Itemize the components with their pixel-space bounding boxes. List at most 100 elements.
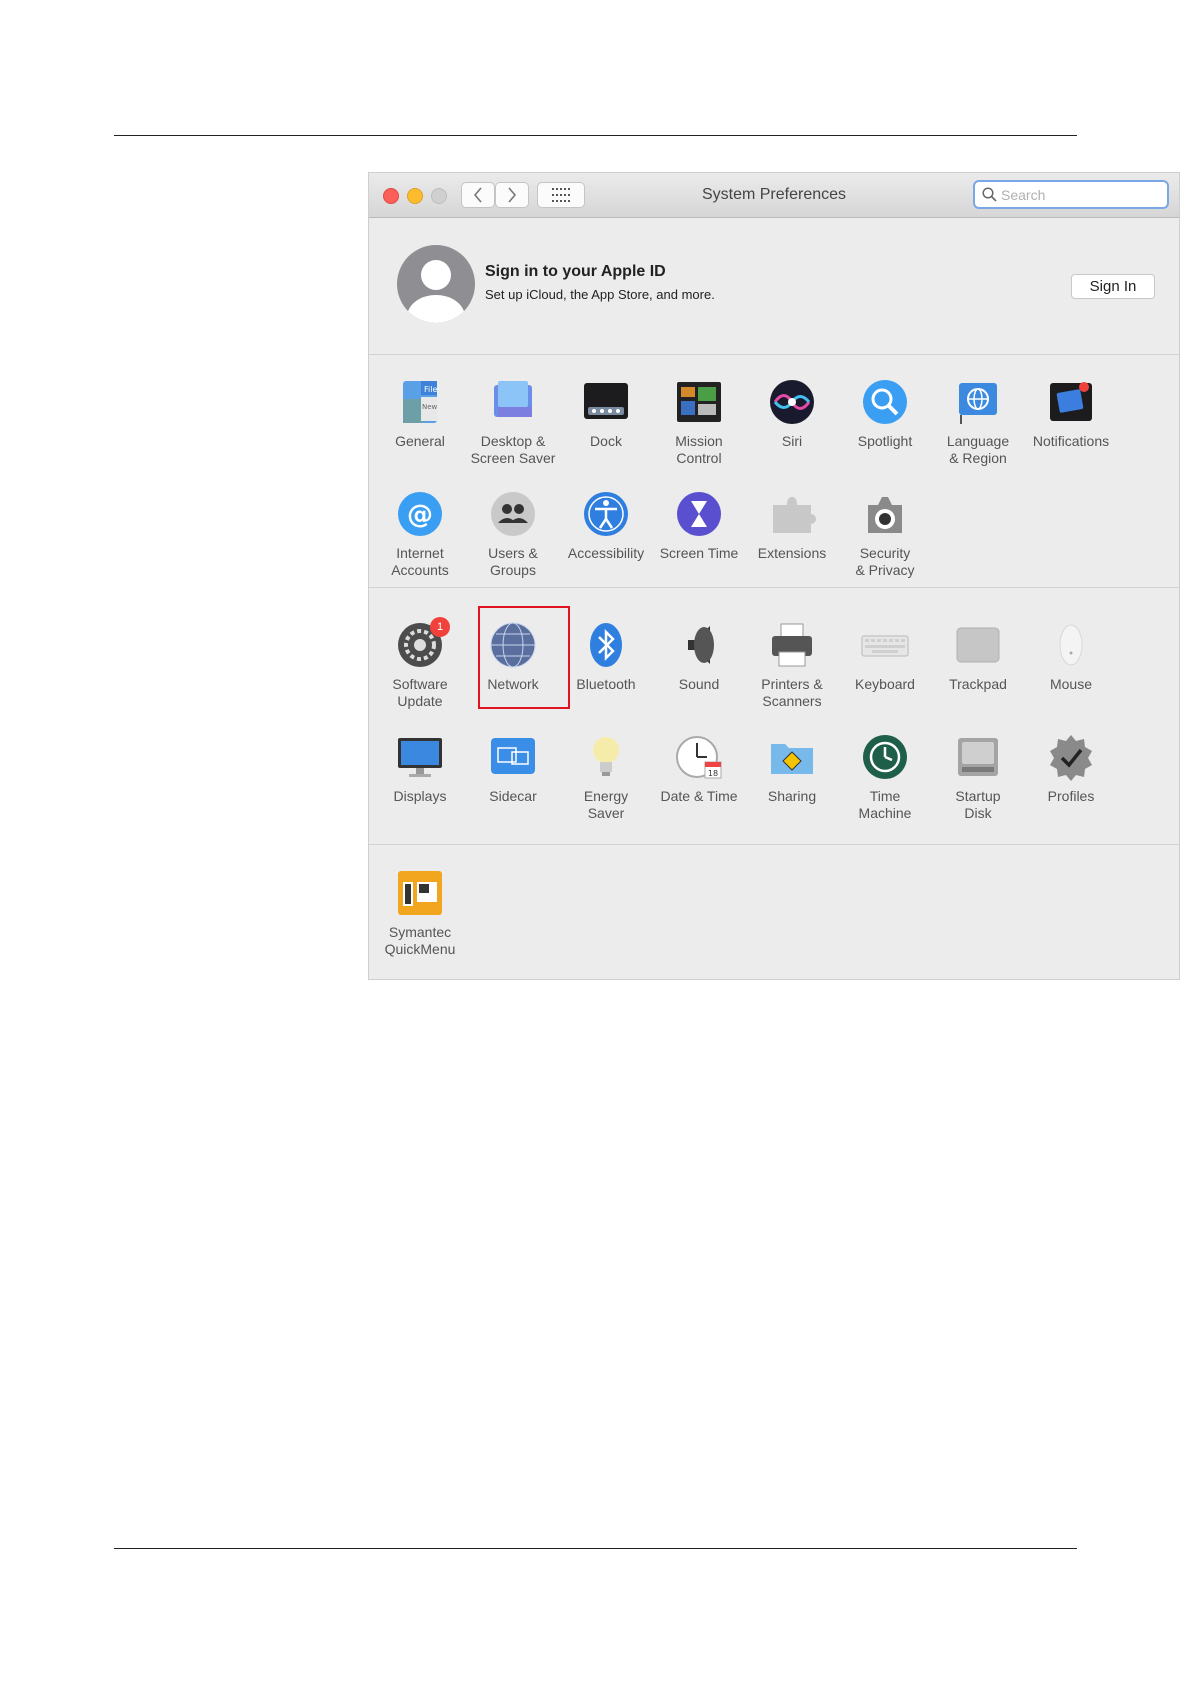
pane-profiles[interactable]: Profiles <box>1021 732 1121 805</box>
mission-control-icon <box>677 382 721 422</box>
pane-label: Dock <box>590 433 622 449</box>
pane-screen-time[interactable]: Screen Time <box>649 489 749 562</box>
pane-security-privacy[interactable]: Security & Privacy <box>835 489 935 579</box>
page-top-rule <box>114 135 1077 136</box>
startup-disk-icon <box>958 738 998 776</box>
page-bottom-rule <box>114 1548 1077 1549</box>
pane-internet-accounts[interactable]: @ Internet Accounts <box>370 489 470 579</box>
internet-accounts-icon: @ <box>398 492 442 536</box>
pane-label: Spotlight <box>857 433 913 449</box>
apple-id-banner: Sign in to your Apple ID Set up iCloud, … <box>369 218 1179 355</box>
pane-energy-saver[interactable]: Energy Saver <box>556 732 656 822</box>
pane-users-groups[interactable]: Users & Groups <box>463 489 563 579</box>
pane-label: Sidecar <box>489 788 537 804</box>
printer-icon <box>772 623 812 667</box>
pane-mission-control[interactable]: Mission Control <box>649 377 749 467</box>
pane-label: Trackpad <box>949 676 1007 692</box>
screen-time-icon <box>677 492 721 536</box>
apple-id-subtitle: Set up iCloud, the App Store, and more. <box>485 287 715 302</box>
pane-network[interactable]: Network <box>463 620 563 693</box>
spotlight-icon <box>863 380 907 424</box>
pane-label: Extensions <box>757 545 827 561</box>
pane-label: Startup Disk <box>955 788 1001 821</box>
keyboard-icon <box>861 635 909 657</box>
svg-text:File: File <box>424 385 437 394</box>
pane-general[interactable]: File New General <box>370 377 470 450</box>
svg-text:@: @ <box>407 500 433 530</box>
pane-label: Sound <box>678 676 720 692</box>
pane-label: Bluetooth <box>576 676 636 692</box>
accessibility-icon <box>584 492 628 536</box>
pane-siri[interactable]: Siri <box>742 377 842 450</box>
personal-panes-section: File New General Desktop & Screen Saver Dock… <box>369 355 1179 588</box>
pane-spotlight[interactable]: Spotlight <box>835 377 935 450</box>
sign-in-button[interactable]: Sign In <box>1071 274 1155 299</box>
pane-label: Desktop & Screen Saver <box>470 433 556 466</box>
pane-printers-scanners[interactable]: Printers & Scanners <box>742 620 842 710</box>
sidecar-icon <box>491 738 535 774</box>
pane-notifications[interactable]: Notifications <box>1021 377 1121 450</box>
time-machine-icon <box>863 735 907 779</box>
desktop-icon <box>494 381 532 417</box>
notifications-icon <box>1050 382 1092 421</box>
pane-label: Date & Time <box>660 788 738 804</box>
search-field[interactable] <box>973 180 1169 209</box>
pane-label: Screen Time <box>659 545 739 561</box>
other-panes-section: Symantec QuickMenu <box>369 845 1179 979</box>
avatar[interactable] <box>397 245 475 323</box>
title-bar: System Preferences <box>369 173 1179 218</box>
sharing-icon <box>771 744 813 774</box>
pane-label: Displays <box>393 788 447 804</box>
pane-label: Keyboard <box>855 676 915 692</box>
symantec-icon <box>398 871 442 915</box>
pane-date-time[interactable]: 18 Date & Time <box>649 732 749 805</box>
pane-label: Time Machine <box>858 788 912 821</box>
pane-label: Energy Saver <box>583 788 629 821</box>
search-input[interactable] <box>999 185 1163 204</box>
pane-label: Mission Control <box>675 433 723 466</box>
pane-extensions[interactable]: Extensions <box>742 489 842 562</box>
bluetooth-icon <box>590 623 622 667</box>
displays-icon <box>398 738 442 777</box>
pane-sharing[interactable]: Sharing <box>742 732 842 805</box>
pane-software-update[interactable]: 1 Software Update <box>370 617 470 710</box>
user-silhouette-icon <box>407 260 465 323</box>
pane-label: General <box>395 433 445 449</box>
language-icon <box>959 383 997 424</box>
search-icon <box>982 187 997 202</box>
pane-label: Mouse <box>1049 676 1093 692</box>
hardware-panes-section: 1 Software Update Network Bluetooth Sound Pri… <box>369 588 1179 845</box>
pane-accessibility[interactable]: Accessibility <box>556 489 656 562</box>
pane-startup-disk[interactable]: Startup Disk <box>928 732 1028 822</box>
general-icon: File New <box>403 381 438 423</box>
pane-label: Internet Accounts <box>391 545 449 578</box>
pane-label: Notifications <box>1032 433 1110 449</box>
pane-dock[interactable]: Dock <box>556 377 656 450</box>
pane-language-region[interactable]: Language & Region <box>928 377 1028 467</box>
update-count-badge: 1 <box>430 617 450 637</box>
pane-desktop-screen-saver[interactable]: Desktop & Screen Saver <box>463 377 563 467</box>
trackpad-icon <box>956 627 1000 663</box>
pane-label: Network <box>487 676 539 692</box>
pane-label: Software Update <box>392 676 448 709</box>
network-icon <box>490 622 536 668</box>
dock-icon <box>584 383 628 419</box>
pane-label: Sharing <box>767 788 817 804</box>
pane-bluetooth[interactable]: Bluetooth <box>556 620 656 693</box>
pane-trackpad[interactable]: Trackpad <box>928 620 1028 693</box>
pane-label: Symantec QuickMenu <box>384 924 456 957</box>
pane-mouse[interactable]: Mouse <box>1021 620 1121 693</box>
pane-label: Security & Privacy <box>855 545 915 578</box>
svg-text:New: New <box>422 403 438 411</box>
pane-symantec-quickmenu[interactable]: Symantec QuickMenu <box>370 868 470 958</box>
system-preferences-window: System Preferences Sign in to your Apple… <box>368 172 1180 980</box>
pane-sidecar[interactable]: Sidecar <box>463 732 563 805</box>
security-icon <box>868 497 902 533</box>
pane-label: Profiles <box>1047 788 1095 804</box>
pane-sound[interactable]: Sound <box>649 620 749 693</box>
pane-time-machine[interactable]: Time Machine <box>835 732 935 822</box>
pane-label: Accessibility <box>567 545 645 561</box>
pane-keyboard[interactable]: Keyboard <box>835 620 935 693</box>
sound-icon <box>688 626 714 664</box>
pane-displays[interactable]: Displays <box>370 732 470 805</box>
